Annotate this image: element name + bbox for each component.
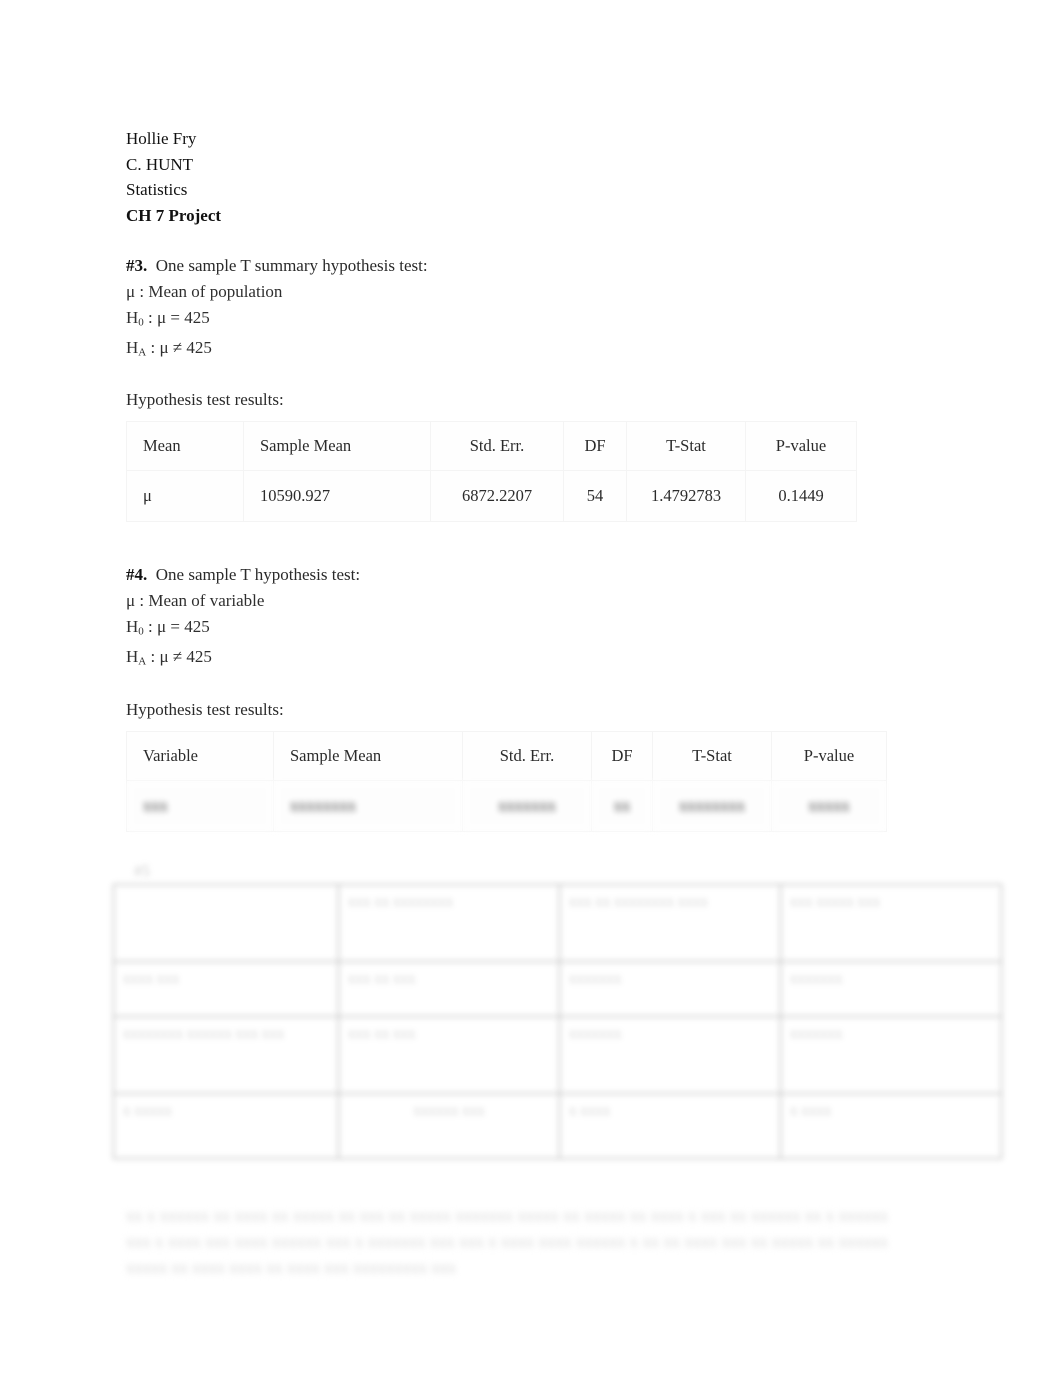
cell-value-3: x xxxx — [780, 1092, 1002, 1159]
table-header-row: Variable Sample Mean Std. Err. DF T-Stat… — [126, 730, 887, 781]
cell-value-2: xxxxxxx — [559, 1015, 781, 1094]
table-row: xxxx xxx xxx xx xxx xxxxxxx xxxxxxx — [113, 960, 1002, 1017]
h-statement: : μ ≠ 425 — [146, 337, 212, 357]
section-3-results-label: Hypothesis test results: — [126, 390, 284, 410]
cell-std-err: xxxxxxx — [462, 779, 592, 832]
table-row: x xxxxx xxxxxx xxx x xxxx x xxxx — [113, 1092, 1002, 1159]
closing-paragraph: xx x xxxxxx xx xxxx xx xxxxx xx xxx xx x… — [126, 1205, 888, 1277]
cell-p-value: xxxxx — [771, 779, 887, 832]
col-header-std-err: Std. Err. — [430, 421, 564, 472]
section-4-null-hypothesis: H0 : μ = 425 — [126, 614, 946, 644]
document-body: Hollie Fry C. HUNT Statistics CH 7 Proje… — [113, 126, 1002, 1281]
cell-value-3: xxxxxxx — [780, 960, 1002, 1017]
table-header-row: xxx xx xxxxxxxx xxx xx xxxxxxxx xxxx xxx… — [113, 883, 1002, 962]
section-4-parameter: μ : Mean of variable — [126, 590, 265, 610]
cell-value-2: x xxxx — [559, 1092, 781, 1159]
instructor-name: C. HUNT — [126, 154, 194, 174]
table-header-row: Mean Sample Mean Std. Err. DF T-Stat P-v… — [126, 421, 857, 472]
col-header-df: DF — [591, 730, 653, 781]
col-header-t-stat: T-Stat — [652, 730, 772, 781]
h-statement: : μ = 425 — [143, 616, 210, 636]
cell-value-2: xxxxxxx — [559, 960, 781, 1017]
col-header-std-err: Std. Err. — [462, 730, 592, 781]
cell-header-1: xxx xx xxxxxxxx — [338, 883, 560, 962]
assignment-title: CH 7 Project — [126, 205, 222, 225]
col-header-mean: Mean — [126, 421, 244, 472]
h-symbol: H — [126, 337, 139, 357]
cell-t-stat: 1.4792783 — [626, 470, 746, 523]
section-4-results-label: Hypothesis test results: — [126, 699, 284, 719]
cell-sample-mean: xxxxxxxx — [273, 779, 463, 832]
course-name: Statistics — [126, 180, 188, 199]
h-symbol: H — [126, 647, 139, 667]
table-row: xxxxxxxx xxxxxx xxx xxx xxx xx xxx xxxxx… — [113, 1015, 1002, 1094]
cell-mean: μ — [126, 470, 244, 523]
cell-value-1: xxxxxx xxx — [338, 1092, 560, 1159]
cell-row-label: x xxxxx — [113, 1092, 339, 1159]
col-header-variable: Variable — [126, 730, 274, 781]
cell-std-err: 6872.2207 — [430, 470, 564, 523]
section-3-number: #3. — [126, 256, 148, 275]
section-4: #4. One sample T hypothesis test: μ : Me… — [126, 562, 946, 832]
section-4-heading: #4. One sample T hypothesis test: — [126, 562, 946, 588]
cell-header-2: xxx xx xxxxxxxx xxxx — [559, 883, 781, 962]
cell-t-stat: xxxxxxxx — [652, 779, 772, 832]
col-header-p-value: P-value — [771, 730, 887, 781]
h-statement: : μ ≠ 425 — [146, 647, 212, 667]
cell-variable: xxx — [126, 779, 274, 832]
section-5-number: #5 — [134, 862, 150, 880]
table-row: μ 10590.927 6872.2207 54 1.4792783 0.144… — [126, 470, 857, 523]
cell-corner — [113, 883, 339, 962]
col-header-t-stat: T-Stat — [626, 421, 746, 472]
table-row: xxx xxxxxxxx xxxxxxx xx xxxxxxxx xxxxx — [126, 779, 887, 832]
cell-row-label: xxxxxxxx xxxxxx xxx xxx — [113, 1015, 339, 1094]
section-3-title: One sample T summary hypothesis test: — [155, 256, 428, 275]
section-4-title: One sample T hypothesis test: — [155, 565, 361, 585]
section-5-table-wrapper: xxx xx xxxxxxxx xxx xx xxxxxxxx xxxx xxx… — [113, 883, 1002, 1159]
cell-value-1: xxx xx xxx — [338, 1015, 560, 1094]
col-header-sample-mean: Sample Mean — [243, 421, 431, 472]
hypothesis-results-table-3: Mean Sample Mean Std. Err. DF T-Stat P-v… — [126, 421, 857, 523]
cell-value-1: xxx xx xxx — [338, 960, 560, 1017]
h-symbol: H — [126, 307, 139, 327]
cell-df: 54 — [563, 470, 627, 523]
section-3-null-hypothesis: H0 : μ = 425 — [126, 305, 946, 335]
cell-sample-mean: 10590.927 — [243, 470, 431, 523]
document-page: Hollie Fry C. HUNT Statistics CH 7 Proje… — [0, 0, 1062, 1377]
cell-value-3: xxxxxxx — [780, 1015, 1002, 1094]
h-symbol: H — [126, 616, 139, 636]
col-header-df: DF — [563, 421, 627, 472]
section-4-alt-hypothesis: HA : μ ≠ 425 — [126, 644, 946, 674]
section-3-alt-hypothesis: HA : μ ≠ 425 — [126, 335, 946, 365]
col-header-sample-mean: Sample Mean — [273, 730, 463, 781]
h-statement: : μ = 425 — [143, 307, 210, 327]
comparison-table: xxx xx xxxxxxxx xxx xx xxxxxxxx xxxx xxx… — [113, 883, 1002, 1159]
hypothesis-results-table-4: Variable Sample Mean Std. Err. DF T-Stat… — [126, 730, 887, 832]
section-4-number: #4. — [126, 565, 148, 585]
cell-header-3: xxx xxxxx xxx — [780, 883, 1002, 962]
cell-df: xx — [591, 779, 653, 832]
section-3-parameter: μ : Mean of population — [126, 281, 283, 301]
section-3: #3. One sample T summary hypothesis test… — [126, 253, 946, 523]
col-header-p-value: P-value — [745, 421, 857, 472]
student-name: Hollie Fry — [126, 129, 197, 148]
assignment-header: Hollie Fry C. HUNT Statistics CH 7 Proje… — [126, 126, 946, 228]
section-3-heading: #3. One sample T summary hypothesis test… — [126, 253, 946, 279]
cell-row-label: xxxx xxx — [113, 960, 339, 1017]
cell-p-value: 0.1449 — [745, 470, 857, 523]
